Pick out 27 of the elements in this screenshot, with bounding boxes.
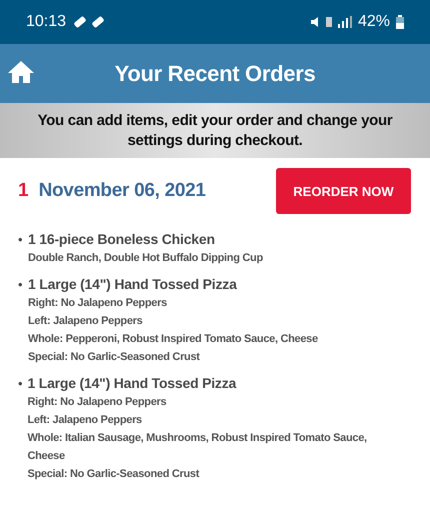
info-text: You can add items, edit your order and change your settings during checkout. [36, 110, 394, 150]
mute-icon [310, 16, 320, 28]
item-name: 1 Large (14") Hand Tossed Pizza [27, 374, 238, 393]
item-detail: Double Ranch, Double Hot Buffalo Dipping Cup [28, 251, 264, 266]
page-title: Your Recent Orders [114, 60, 316, 86]
battery-icon [396, 15, 404, 29]
reorder-button[interactable]: REORDER NOW [276, 168, 411, 214]
item-detail: Special: No Garlic-Seasoned Crust [27, 467, 200, 482]
item-detail: Left: Jalapeno Peppers [27, 413, 143, 428]
signal-icon [338, 16, 352, 28]
item-detail: Whole: Italian Sausage, Mushrooms, Robust Inspired Tomato Sauce, Cheese [27, 431, 368, 464]
bullet: • [18, 276, 24, 294]
bullet: • [18, 375, 24, 393]
order-number: 1 [18, 180, 29, 202]
item-detail: Special: No Garlic-Seasoned Crust [28, 350, 201, 365]
home-button[interactable] [8, 60, 34, 84]
battery-percent: 42% [358, 13, 390, 31]
item-detail: Left: Jalapeno Peppers [28, 314, 144, 329]
order-date: November 06, 2021 [38, 180, 207, 202]
status-time: 10:13 [26, 13, 66, 31]
item-detail: Right: No Jalapeno Peppers [27, 395, 168, 410]
item-detail: Right: No Jalapeno Peppers [28, 296, 168, 311]
home-icon [8, 60, 34, 84]
item-name: 1 16-piece Boneless Chicken [28, 230, 216, 249]
item-name: 1 Large (14") Hand Tossed Pizza [28, 275, 238, 294]
item-detail: Whole: Pepperoni, Robust Inspired Tomato Sauce, Cheese [28, 332, 319, 347]
bullet: • [18, 231, 24, 249]
